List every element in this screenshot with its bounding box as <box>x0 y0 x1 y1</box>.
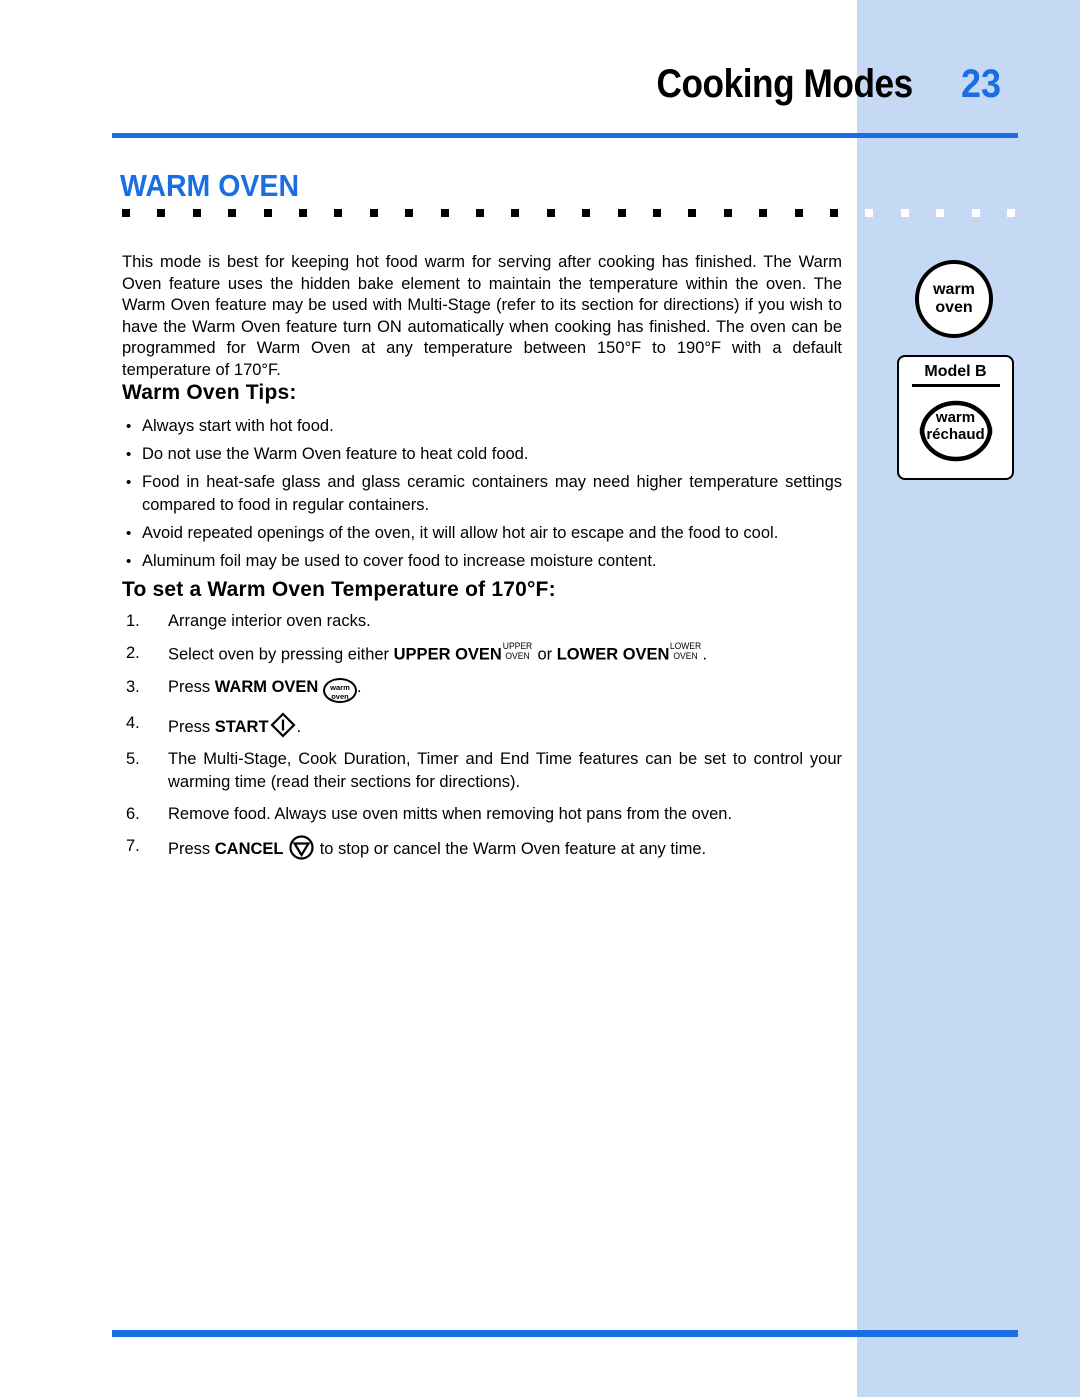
step-text: Remove food. Always use oven mitts when … <box>168 804 733 823</box>
divider-dot <box>1007 209 1015 217</box>
divider-dot <box>794 209 803 217</box>
divider-dot <box>723 209 732 217</box>
step-number: 3. <box>126 677 140 696</box>
intro-paragraph: This mode is best for keeping hot food w… <box>122 253 842 379</box>
tips-list: Always start with hot food. Do not use t… <box>122 415 842 573</box>
divider-dot <box>865 209 874 217</box>
model-label: Model B <box>924 363 987 380</box>
upper-oven-label: UPPER OVEN <box>393 645 502 664</box>
header-rule <box>112 133 1018 138</box>
divider-dot <box>476 209 484 217</box>
rechaud-line1: warm <box>935 408 976 426</box>
step-number: 7. <box>126 836 140 855</box>
divider-dot <box>582 209 591 217</box>
divider-dot <box>617 209 626 217</box>
step-number: 2. <box>126 644 140 662</box>
divider-dot <box>122 209 130 217</box>
cancel-triangle-icon <box>289 834 314 860</box>
step-number: 4. <box>126 713 140 732</box>
list-item: 6. Remove food. Always use oven mitts whe… <box>122 803 842 826</box>
step-text: . <box>296 717 302 736</box>
step-text: Press <box>168 839 215 858</box>
divider-dot <box>511 209 520 217</box>
step-text: Arrange interior oven racks. <box>168 612 371 630</box>
divider-dot <box>334 209 343 217</box>
list-item: 7. Press CANCEL to stop or cancel the War… <box>122 834 842 861</box>
list-item: 2. Select oven by pressing either UPPER O… <box>122 641 842 667</box>
sidebar-warm-line2: oven <box>935 299 973 316</box>
list-item: Food in heat-safe glass and glass cerami… <box>122 471 842 517</box>
procedure-steps: 1. Arrange interior oven racks. 2. Select … <box>122 610 842 861</box>
step-text: Select oven by pressing either <box>168 645 394 664</box>
divider-dot <box>830 209 838 217</box>
procedure-heading: To set a Warm Oven Temperature of 170°F: <box>122 578 556 601</box>
start-label: START <box>214 717 269 736</box>
content-column: This mode is best for keeping hot food w… <box>122 252 842 870</box>
section-title: WARM OVEN <box>120 168 300 203</box>
list-item: 1. Arrange interior oven racks. <box>122 610 842 633</box>
dotted-divider <box>122 209 1018 217</box>
divider-dot <box>900 209 909 217</box>
divider-dot <box>157 209 166 217</box>
list-item: 5. The Multi-Stage, Cook Duration, Timer … <box>122 748 842 794</box>
divider-dot <box>405 209 414 217</box>
list-item: Aluminum foil may be used to cover food … <box>122 550 842 573</box>
divider-dot <box>192 209 201 217</box>
list-item: Avoid repeated openings of the oven, it … <box>122 522 842 545</box>
divider-dot <box>688 209 697 217</box>
sidebar-warm-rechaud-button: warm réchaud <box>906 389 1006 467</box>
list-item: 3. Press WARM OVEN warm oven. <box>122 676 842 703</box>
divider-dot <box>228 209 237 217</box>
divider-dot <box>971 209 980 217</box>
list-item: 4. Press START. <box>122 711 842 739</box>
lower-oven-key-icon: LOWER OVEN <box>670 641 702 661</box>
model-label-rule <box>911 384 1000 387</box>
step-text: . <box>356 677 362 696</box>
step-number: 6. <box>126 804 140 823</box>
divider-dot <box>936 209 945 217</box>
start-diamond-icon <box>269 711 296 738</box>
divider-dot <box>263 209 272 217</box>
step-text: . <box>702 645 708 664</box>
divider-dot <box>653 209 661 217</box>
step-text: The Multi-Stage, Cook Duration, Timer an… <box>168 749 842 791</box>
lower-oven-label: LOWER OVEN <box>556 645 670 664</box>
list-item: Do not use the Warm Oven feature to heat… <box>122 443 842 466</box>
cancel-label: CANCEL <box>214 839 284 858</box>
list-item: Always start with hot food. <box>122 415 842 438</box>
warm-oven-label: WARM OVEN <box>214 677 319 696</box>
step-text: to stop or cancel the Warm Oven feature … <box>315 839 707 858</box>
sidebar-warm-oven-button: warm oven <box>915 260 993 338</box>
page-header: Cooking Modes 23 <box>0 62 1018 122</box>
footer-rule <box>112 1330 1018 1337</box>
warm-oven-key-icon: warm oven <box>322 677 357 703</box>
divider-dot <box>759 209 768 217</box>
sidebar-model-b-box: Model B warm réchaud <box>897 355 1014 480</box>
sidebar-warm-line1: warm <box>933 281 975 298</box>
rechaud-text: warm réchaud <box>906 409 1006 443</box>
step-text: Press <box>168 677 215 696</box>
step-number: 1. <box>126 612 140 630</box>
divider-dot <box>546 209 555 217</box>
step-text: or <box>532 645 557 664</box>
step-text: Press <box>168 717 215 736</box>
step-number: 5. <box>126 749 140 768</box>
upper-oven-key-icon: UPPER OVEN <box>502 641 533 661</box>
rechaud-line2: réchaud <box>926 425 985 443</box>
divider-dot <box>440 209 449 217</box>
page-title: Cooking Modes <box>656 62 913 106</box>
page-number: 23 <box>961 62 1002 106</box>
tips-heading: Warm Oven Tips: <box>122 381 297 404</box>
divider-dot <box>369 209 378 217</box>
divider-dot <box>299 209 307 217</box>
